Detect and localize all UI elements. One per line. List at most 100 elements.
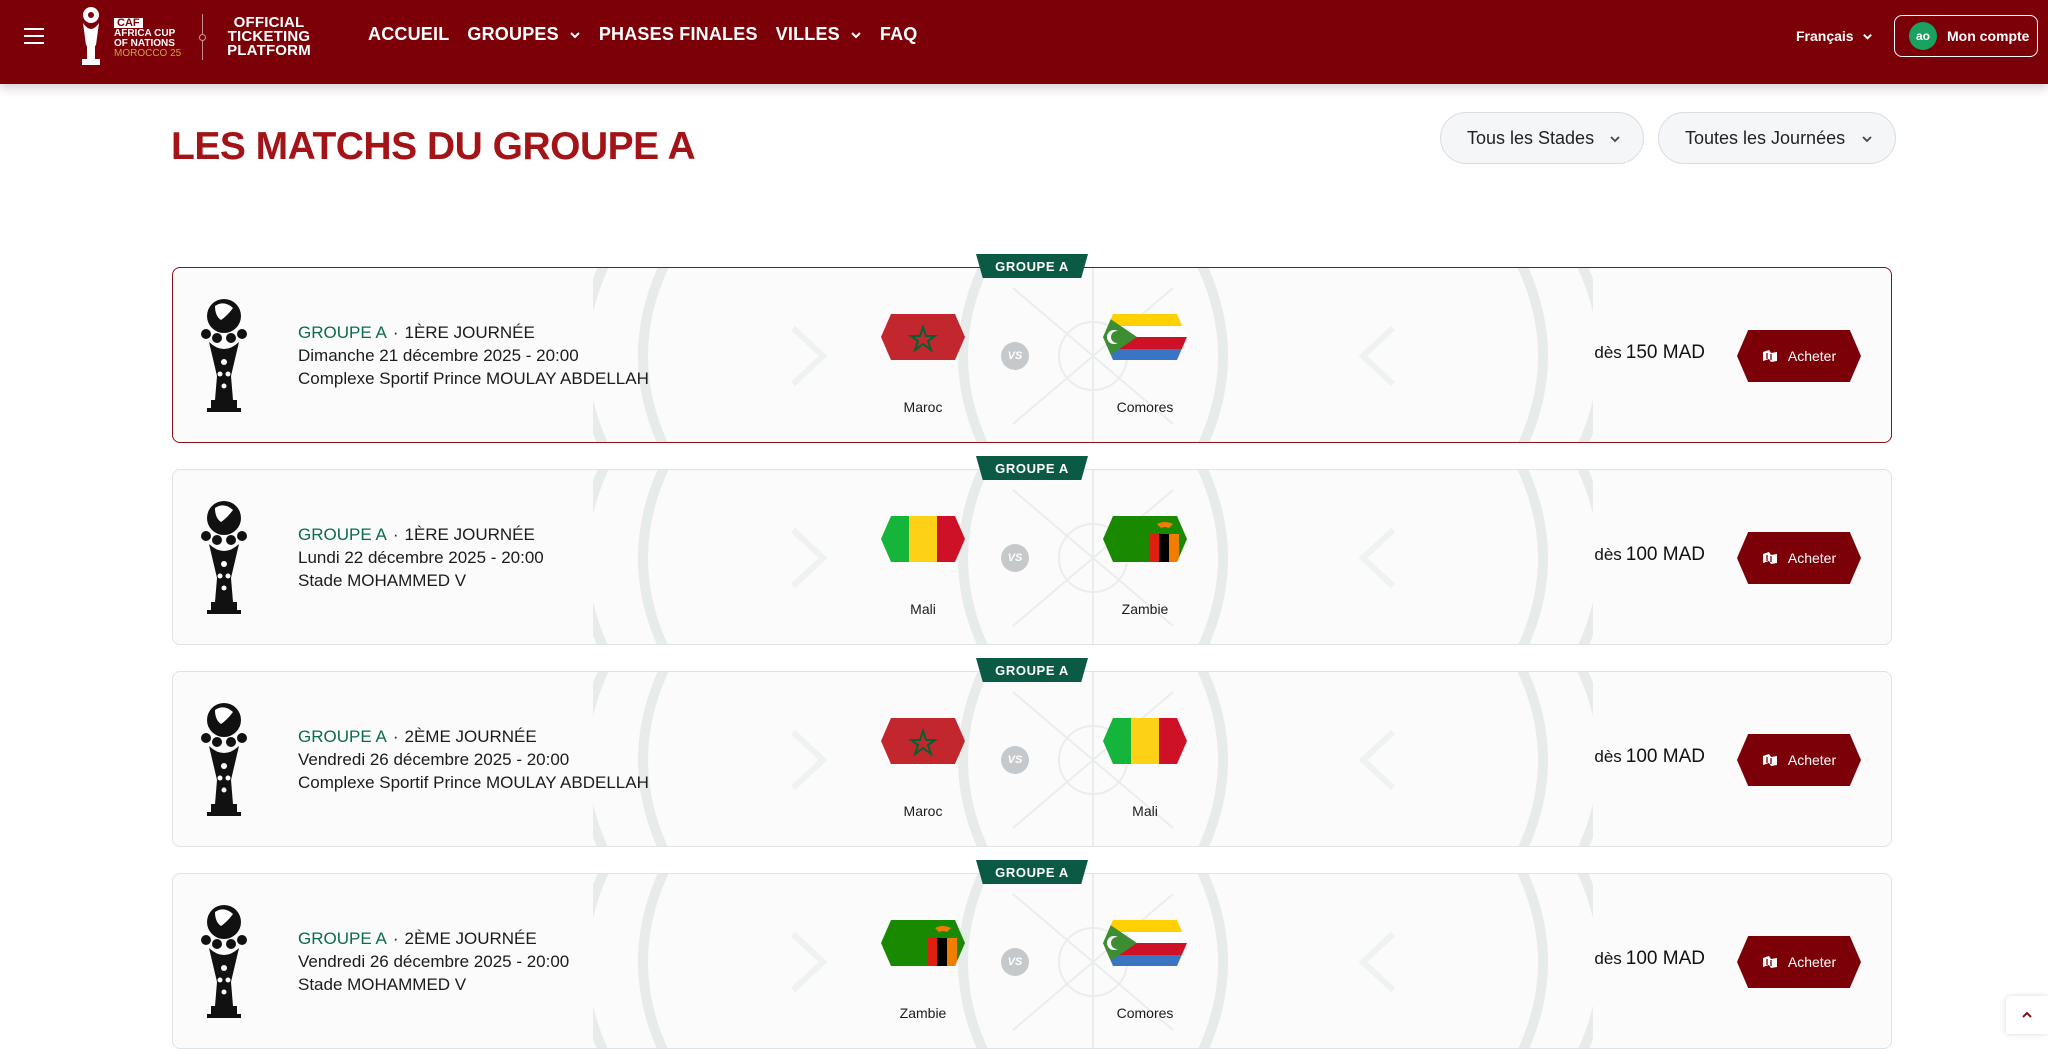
chevron-down-icon [1862, 33, 1872, 40]
home-team-name: Mali [910, 601, 936, 617]
ticket-icon [1762, 956, 1777, 968]
trophy-icon [201, 299, 247, 412]
main-nav: ACCUEIL GROUPES PHASES FINALES VILLES FA… [368, 24, 935, 45]
page-title: LES MATCHS DU GROUPE A [171, 125, 696, 168]
home-team-flag [881, 268, 965, 442]
nav-item-phases-finales[interactable]: PHASES FINALES [599, 24, 758, 45]
match-datetime: Vendredi 26 décembre 2025 - 20:00 [298, 952, 570, 971]
trophy-icon [201, 501, 247, 614]
top-nav-bar: CAF AFRICA CUP OF NATIONS MOROCCO 25 OFF… [0, 0, 2048, 84]
away-team-flag [1103, 470, 1187, 644]
price-amount: 100 MAD [1625, 746, 1705, 767]
match-card[interactable]: GROUPE A · 2ÈME JOURNÉE Vendredi 26 décembr… [172, 873, 1892, 1049]
buy-button[interactable]: Acheter [1737, 330, 1861, 382]
trophy-icon [201, 703, 247, 816]
match-matchday: 1ÈRE JOURNÉE [404, 525, 535, 544]
home-team-name: Maroc [903, 399, 943, 415]
nav-label: ACCUEIL [368, 24, 450, 44]
nav-label: VILLES [775, 24, 840, 44]
nav-item-accueil[interactable]: ACCUEIL [368, 24, 449, 45]
ticket-icon [1762, 350, 1777, 362]
afcon-logo[interactable]: CAF AFRICA CUP OF NATIONS MOROCCO 25 [74, 4, 184, 72]
scroll-to-top-button[interactable] [2006, 996, 2048, 1034]
account-label: Mon compte [1947, 28, 2030, 44]
platform-line3: PLATFORM [227, 42, 311, 59]
buy-label: Acheter [1787, 348, 1837, 364]
buy-button[interactable]: Acheter [1737, 936, 1861, 988]
vs-badge: VS [1001, 544, 1029, 572]
home-team-flag [881, 470, 965, 644]
away-team-name: Zambie [1121, 601, 1169, 617]
flag-icon [1103, 314, 1187, 360]
flag-icon [881, 516, 965, 562]
flag-icon [881, 718, 965, 764]
price-prefix: dès [1594, 545, 1622, 564]
account-button[interactable]: ao Mon compte [1894, 15, 2038, 57]
match-stadium: Stade MOHAMMED V [298, 571, 467, 590]
price-amount: 100 MAD [1625, 544, 1705, 565]
match-stadium: Complexe Sportif Prince MOULAY ABDELLAH [298, 773, 649, 792]
card-background-pattern [593, 874, 1593, 1048]
price-prefix: dès [1594, 747, 1622, 766]
match-price: dès 100 MAD [1594, 746, 1705, 768]
match-matchday: 2ÈME JOURNÉE [404, 727, 537, 746]
separator-dot: · [392, 323, 399, 342]
match-price: dès 100 MAD [1594, 948, 1705, 970]
away-team-flag [1103, 672, 1187, 846]
buy-button[interactable]: Acheter [1737, 532, 1861, 584]
group-tag: GROUPE A [976, 658, 1088, 682]
vs-badge: VS [1001, 342, 1029, 370]
chevron-down-icon [1610, 136, 1620, 143]
home-team-name: Zambie [899, 1005, 947, 1021]
nav-label: GROUPES [467, 24, 559, 44]
flag-icon [881, 314, 965, 360]
buy-label: Acheter [1787, 752, 1837, 768]
match-stadium: Complexe Sportif Prince MOULAY ABDELLAH [298, 369, 649, 388]
nav-item-groupes[interactable]: GROUPES [467, 24, 580, 45]
language-selector[interactable]: Français [1796, 28, 1873, 44]
match-group: GROUPE A [298, 727, 387, 746]
group-tag: GROUPE A [976, 254, 1088, 278]
card-background-pattern [593, 268, 1593, 442]
logo-caf-text: CAF [114, 17, 143, 28]
home-team-name: Maroc [903, 803, 943, 819]
stadium-filter-select[interactable]: Tous les Stades [1440, 112, 1644, 164]
away-team-flag [1103, 268, 1187, 442]
buy-label: Acheter [1787, 550, 1837, 566]
match-group: GROUPE A [298, 525, 387, 544]
match-card[interactable]: GROUPE A · 1ÈRE JOURNÉE Lundi 22 décembre 2… [172, 469, 1892, 645]
nav-label: PHASES FINALES [598, 24, 758, 44]
flag-icon [1103, 718, 1187, 764]
price-prefix: dès [1594, 343, 1622, 362]
away-team-name: Mali [1132, 803, 1158, 819]
buy-button[interactable]: Acheter [1737, 734, 1861, 786]
match-stadium: Stade MOHAMMED V [298, 975, 467, 994]
logo-line3: MOROCCO 25 [114, 47, 182, 59]
home-team-flag [881, 672, 965, 846]
flag-icon [1103, 516, 1187, 562]
match-matchday: 2ÈME JOURNÉE [404, 929, 537, 948]
match-group: GROUPE A [298, 929, 387, 948]
nav-item-villes[interactable]: VILLES [776, 24, 862, 45]
group-tag: GROUPE A [976, 860, 1088, 884]
price-amount: 150 MAD [1625, 342, 1705, 363]
matchday-filter-select[interactable]: Toutes les Journées [1658, 112, 1896, 164]
match-card[interactable]: GROUPE A · 1ÈRE JOURNÉE Dimanche 21 décembr… [172, 267, 1892, 443]
logo-line2: OF NATIONS [114, 37, 175, 49]
match-price: dès 100 MAD [1594, 544, 1705, 566]
hamburger-menu-icon[interactable] [24, 28, 44, 44]
nav-item-faq[interactable]: FAQ [880, 24, 918, 45]
chevron-down-icon [851, 31, 861, 38]
price-prefix: dès [1594, 949, 1622, 968]
logo-line1: AFRICA CUP [114, 27, 176, 39]
matchday-filter-value: Toutes les Journées [1685, 127, 1846, 148]
away-team-name: Comores [1116, 399, 1174, 415]
match-info: GROUPE A · 1ÈRE JOURNÉE Dimanche 21 décembr… [298, 321, 649, 390]
home-team-flag [881, 874, 965, 1048]
match-datetime: Lundi 22 décembre 2025 - 20:00 [298, 548, 544, 567]
card-background-pattern [593, 672, 1593, 846]
match-datetime: Vendredi 26 décembre 2025 - 20:00 [298, 750, 570, 769]
match-price: dès 150 MAD [1594, 342, 1705, 364]
match-card[interactable]: GROUPE A · 2ÈME JOURNÉE Vendredi 26 décembr… [172, 671, 1892, 847]
ticket-icon [1762, 552, 1777, 564]
